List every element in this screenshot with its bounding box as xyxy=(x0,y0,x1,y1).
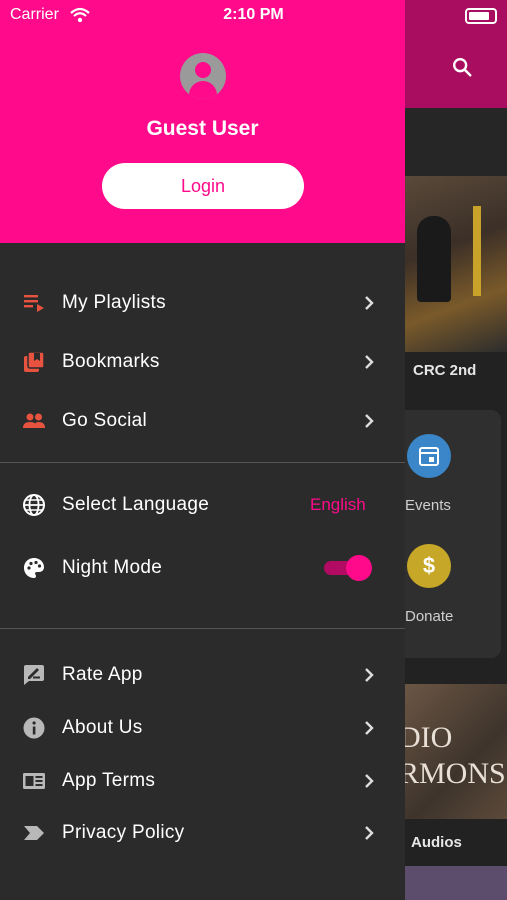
terms-icon xyxy=(23,773,45,789)
bookmarks-icon xyxy=(24,351,45,372)
menu-item-night-mode: Night Mode xyxy=(0,543,405,593)
night-mode-toggle[interactable] xyxy=(324,555,372,581)
video-thumbnail[interactable] xyxy=(405,176,507,352)
audios-label: Audios xyxy=(411,834,462,851)
globe-icon xyxy=(23,494,45,516)
user-name: Guest User xyxy=(146,117,259,140)
menu-item-privacy-policy[interactable]: Privacy Policy xyxy=(0,808,405,858)
menu-item-app-terms[interactable]: App Terms xyxy=(0,756,405,806)
avatar-icon xyxy=(180,53,226,99)
section-divider xyxy=(0,628,405,629)
menu-item-label: Privacy Policy xyxy=(62,822,185,843)
video-caption: CRC 2nd xyxy=(413,362,477,379)
audio-banner-text: DIO RMONS xyxy=(405,721,506,790)
menu-item-bookmarks[interactable]: Bookmarks xyxy=(0,337,405,387)
menu-item-label: Night Mode xyxy=(62,557,163,578)
menu-item-label: Bookmarks xyxy=(62,351,160,372)
chevron-right-icon xyxy=(365,355,374,369)
chevron-right-icon xyxy=(365,296,374,310)
menu-item-about-us[interactable]: About Us xyxy=(0,703,405,753)
people-icon xyxy=(23,413,45,428)
bottom-thumbnail[interactable] xyxy=(405,866,507,900)
login-button[interactable]: Login xyxy=(102,163,304,209)
search-icon[interactable] xyxy=(451,56,473,78)
section-divider xyxy=(0,462,405,463)
clock: 2:10 PM xyxy=(223,6,284,23)
battery-icon xyxy=(465,8,497,24)
audio-sermons-banner[interactable]: DIO RMONS xyxy=(405,684,507,819)
chevron-right-icon xyxy=(365,668,374,682)
chevron-right-icon xyxy=(365,414,374,428)
rate-icon xyxy=(24,665,44,685)
donate-icon[interactable]: $ xyxy=(407,544,451,588)
chevron-right-icon xyxy=(365,826,374,840)
menu-item-label: App Terms xyxy=(62,770,156,791)
privacy-icon xyxy=(24,826,44,840)
playlist-icon xyxy=(24,295,44,312)
menu-item-label: Select Language xyxy=(62,494,210,515)
side-drawer: Guest User Login My Playlists Bookmarks … xyxy=(0,0,405,900)
background-app: CRC 2nd Events $ Donate DIO RMONS Audios xyxy=(395,0,507,900)
menu-item-label: About Us xyxy=(62,717,143,738)
menu-item-label: Rate App xyxy=(62,664,143,685)
selected-language-value[interactable]: English xyxy=(310,495,366,515)
background-bar xyxy=(405,108,507,176)
menu-item-rate-app[interactable]: Rate App xyxy=(0,650,405,700)
info-icon xyxy=(23,717,45,739)
donate-label: Donate xyxy=(405,608,454,625)
menu-item-label: Go Social xyxy=(62,410,148,431)
chevron-right-icon xyxy=(365,721,374,735)
events-icon[interactable] xyxy=(407,434,451,478)
menu-item-go-social[interactable]: Go Social xyxy=(0,396,405,446)
menu-item-label: My Playlists xyxy=(62,292,166,313)
chevron-right-icon xyxy=(365,774,374,788)
menu-item-select-language[interactable]: Select Language English xyxy=(0,480,405,530)
menu-item-my-playlists[interactable]: My Playlists xyxy=(0,278,405,328)
drawer-header: Guest User Login xyxy=(0,0,405,243)
palette-icon xyxy=(24,558,44,578)
status-bar: Carrier 2:10 PM xyxy=(0,0,507,30)
events-label: Events xyxy=(405,497,451,514)
